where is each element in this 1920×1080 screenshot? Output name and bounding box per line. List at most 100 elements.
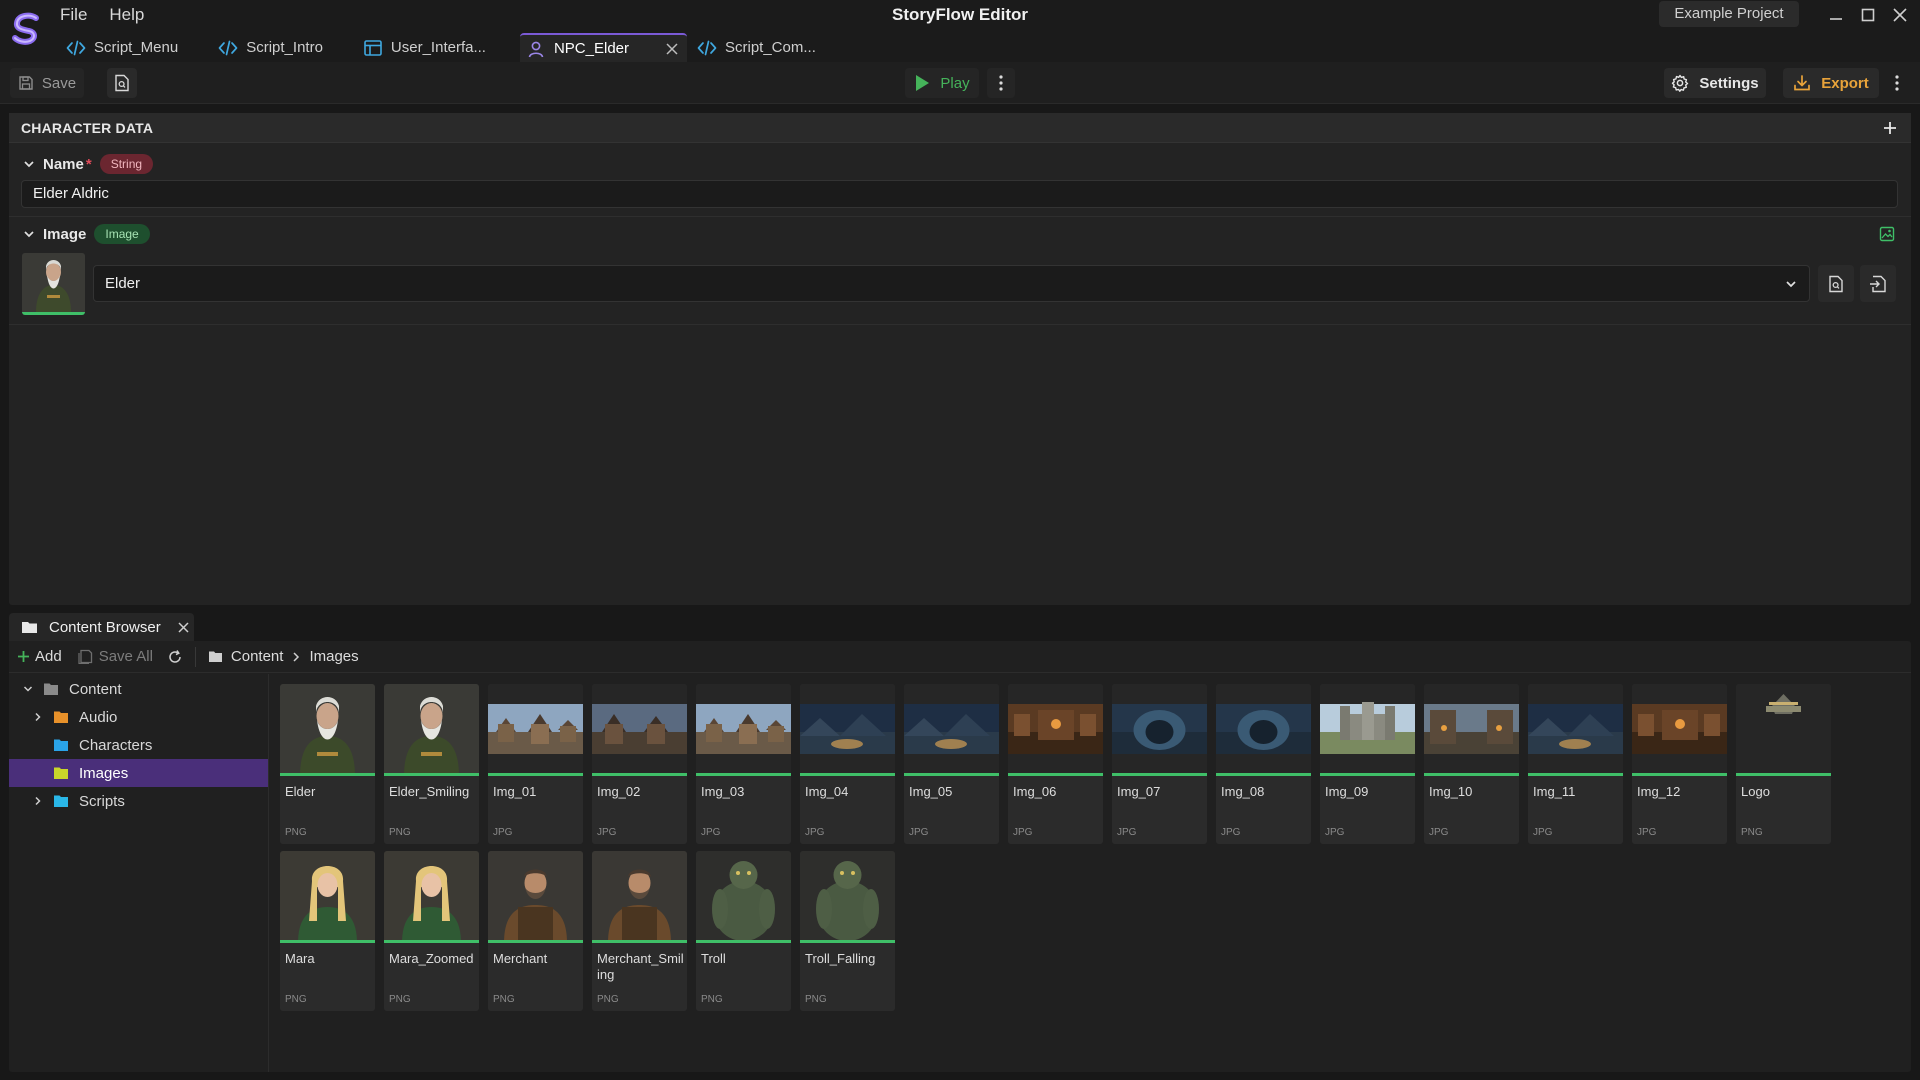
tab-label: NPC_Elder	[553, 40, 629, 57]
play-options-button[interactable]	[987, 68, 1015, 98]
play-button[interactable]: Play	[905, 68, 979, 98]
browse-image-button[interactable]	[1818, 265, 1854, 302]
asset-card[interactable]: Elder PNG	[280, 684, 375, 844]
asset-preview	[1216, 684, 1311, 776]
asset-card[interactable]: Img_02 JPG	[592, 684, 687, 844]
breadcrumb-images[interactable]: Images	[309, 648, 358, 665]
image-select-value: Elder	[105, 275, 141, 292]
chevron-right-icon[interactable]	[33, 712, 43, 722]
more-options-button[interactable]	[1883, 68, 1911, 98]
asset-preview	[592, 851, 687, 943]
plus-icon[interactable]	[1883, 121, 1897, 135]
folder-icon	[54, 795, 68, 807]
asset-thumbnail	[488, 684, 583, 773]
asset-card[interactable]: Logo PNG	[1736, 684, 1831, 844]
asset-card[interactable]: Img_06 JPG	[1008, 684, 1103, 844]
tab-label: User_Interfa...	[390, 39, 486, 56]
asset-name: Img_03	[701, 784, 745, 799]
asset-preview	[696, 684, 791, 776]
add-label: Add	[35, 648, 62, 665]
asset-name: Logo	[1741, 784, 1770, 799]
tab-user-interface[interactable]: User_Interfa...	[357, 33, 500, 62]
minimize-icon[interactable]	[1827, 6, 1845, 24]
asset-thumbnail	[384, 851, 479, 940]
asset-card[interactable]: Mara PNG	[280, 851, 375, 1011]
required-marker: *	[85, 155, 92, 173]
tree-item-audio[interactable]: Audio	[9, 703, 268, 731]
asset-card[interactable]: Img_09 JPG	[1320, 684, 1415, 844]
asset-card[interactable]: Img_05 JPG	[904, 684, 999, 844]
name-input[interactable]: Elder Aldric	[21, 180, 1898, 208]
asset-card[interactable]: Img_01 JPG	[488, 684, 583, 844]
more-vertical-icon	[1895, 75, 1899, 91]
tree-item-scripts[interactable]: Scripts	[9, 787, 268, 815]
tree-item-characters[interactable]: Characters	[9, 731, 268, 759]
asset-card[interactable]: Img_03 JPG	[696, 684, 791, 844]
asset-card[interactable]: Troll PNG	[696, 851, 791, 1011]
asset-type: PNG	[285, 827, 307, 838]
asset-preview	[696, 851, 791, 943]
save-all-button[interactable]: Save All	[78, 648, 153, 665]
name-field-header[interactable]: Name * String	[23, 154, 154, 174]
breadcrumb-content[interactable]: Content	[231, 648, 284, 665]
add-asset-button[interactable]: Add	[17, 648, 62, 665]
type-badge-image: Image	[94, 224, 150, 244]
chevron-right-icon[interactable]	[33, 796, 43, 806]
project-button[interactable]: Example Project	[1659, 1, 1799, 27]
asset-card[interactable]: Img_04 JPG	[800, 684, 895, 844]
export-label: Export	[1821, 74, 1869, 92]
tab-content-browser[interactable]: Content Browser	[9, 613, 194, 641]
asset-name: Troll	[701, 951, 726, 966]
asset-card[interactable]: Troll_Falling PNG	[800, 851, 895, 1011]
export-button[interactable]: Export	[1783, 68, 1879, 98]
chevron-down-icon	[24, 231, 34, 238]
tab-script-com[interactable]: Script_Com...	[691, 33, 830, 62]
asset-type: JPG	[1117, 827, 1137, 838]
asset-card[interactable]: Img_10 JPG	[1424, 684, 1519, 844]
tree-item-content[interactable]: Content	[9, 675, 268, 703]
image-preview-icon[interactable]	[1879, 226, 1895, 242]
settings-button[interactable]: Settings	[1664, 68, 1766, 98]
panel-header: CHARACTER DATA	[9, 113, 1911, 143]
import-image-button[interactable]	[1860, 265, 1896, 302]
asset-thumbnail	[696, 851, 791, 940]
asset-preview	[280, 684, 375, 776]
asset-card[interactable]: Img_12 JPG	[1632, 684, 1727, 844]
refresh-icon[interactable]	[167, 649, 183, 665]
tab-npc-elder[interactable]: NPC_Elder	[519, 33, 687, 62]
asset-name: Img_11	[1533, 784, 1576, 799]
close-window-icon[interactable]	[1891, 6, 1909, 24]
image-select[interactable]: Elder	[93, 265, 1810, 302]
name-field-label: Name	[43, 155, 84, 173]
asset-card[interactable]: Elder_Smiling PNG	[384, 684, 479, 844]
asset-preview	[488, 851, 583, 943]
tab-script-intro[interactable]: Script_Intro	[212, 33, 337, 62]
asset-card[interactable]: Merchant PNG	[488, 851, 583, 1011]
asset-card[interactable]: Merchant_Smiling PNG	[592, 851, 687, 1011]
close-panel-icon[interactable]	[177, 621, 190, 634]
file-import-icon	[1870, 275, 1886, 292]
user-icon	[528, 41, 544, 57]
asset-type: PNG	[285, 994, 307, 1005]
asset-card[interactable]: Mara_Zoomed PNG	[384, 851, 479, 1011]
asset-preview	[1320, 684, 1415, 776]
asset-preview	[1424, 684, 1519, 776]
asset-type: JPG	[1429, 827, 1449, 838]
image-field-header[interactable]: Image Image	[23, 224, 150, 244]
more-vertical-icon	[999, 75, 1003, 91]
selected-image-thumbnail[interactable]	[22, 253, 85, 315]
character-data-panel: CHARACTER DATA Name * String Elder Aldri…	[9, 113, 1911, 605]
asset-card[interactable]: Img_08 JPG	[1216, 684, 1311, 844]
app-title: StoryFlow Editor	[892, 5, 1028, 24]
chevron-down-icon[interactable]	[23, 684, 33, 694]
breadcrumb: Content Images	[208, 648, 359, 665]
tree-item-images[interactable]: Images	[9, 759, 268, 787]
maximize-icon[interactable]	[1859, 6, 1877, 24]
asset-card[interactable]: Img_11 JPG	[1528, 684, 1623, 844]
save-button[interactable]: Save	[10, 68, 84, 98]
asset-card[interactable]: Img_07 JPG	[1112, 684, 1207, 844]
tab-script-menu[interactable]: Script_Menu	[60, 33, 192, 62]
download-icon	[1794, 75, 1811, 91]
close-tab-icon[interactable]	[665, 42, 679, 56]
document-search-button[interactable]	[107, 68, 137, 98]
